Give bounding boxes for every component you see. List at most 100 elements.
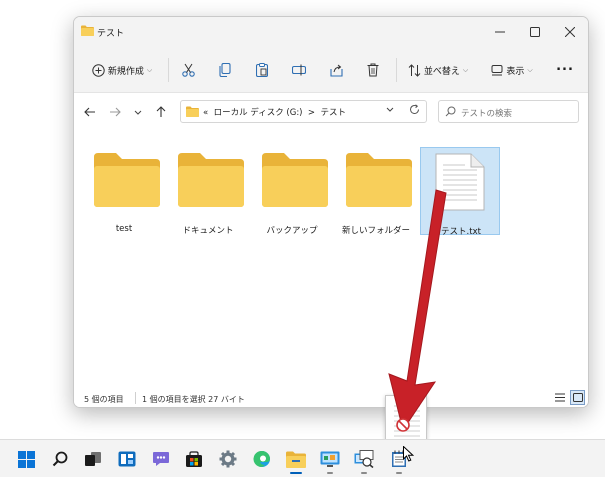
file-list[interactable]: test ドキュメント バックアップ 新しいフォルダー テスト.txt: [74, 131, 588, 387]
new-button[interactable]: 新規作成 ⌵: [82, 47, 162, 93]
folder-icon: [178, 153, 244, 210]
breadcrumb-separator[interactable]: >: [308, 108, 315, 118]
new-button-label: 新規作成: [107, 66, 144, 77]
mouse-pointer-icon: [403, 446, 414, 462]
running-indicator: [396, 472, 402, 474]
large-icons-view-button[interactable]: [570, 390, 585, 405]
breadcrumb-drive[interactable]: ローカル ディスク (G:): [214, 108, 303, 118]
active-indicator: [290, 472, 302, 474]
breadcrumb-current[interactable]: テスト: [320, 108, 346, 118]
address-field[interactable]: « ローカル ディスク (G:) > テスト: [180, 100, 427, 123]
control-panel-icon: [320, 451, 340, 467]
rename-icon: [292, 64, 306, 76]
title-bar[interactable]: テスト: [74, 17, 588, 47]
paste-icon: [256, 63, 268, 77]
forward-button[interactable]: [105, 93, 125, 131]
status-bar: 5 個の項目 1 個の項目を選択 27 バイト: [74, 387, 588, 407]
file-explorer-window: テスト 新規作成 ⌵ 並べ替え ⌵ 表示 ⌵ ... « ローカル ディスク (…: [73, 16, 589, 408]
details-view-icon: [554, 393, 565, 402]
folder-item-new-folder[interactable]: 新しいフォルダー: [336, 147, 416, 236]
cut-button[interactable]: [174, 47, 202, 93]
chevron-down-icon: ⌵: [527, 65, 533, 74]
windows-start-icon: [17, 450, 35, 468]
sort-button-label: 並べ替え: [423, 66, 460, 77]
store-button[interactable]: [179, 444, 209, 474]
item-label: 新しいフォルダー: [341, 226, 410, 236]
arrow-up-icon: [156, 106, 166, 117]
refresh-button[interactable]: [409, 104, 420, 118]
close-button[interactable]: [552, 17, 588, 47]
item-count: 5 個の項目: [84, 395, 124, 404]
view-icon: [491, 64, 503, 75]
trash-icon: [367, 63, 379, 77]
file-explorer-taskbar-button[interactable]: [281, 444, 311, 474]
view-button-label: 表示: [506, 66, 525, 77]
more-options-label: ...: [556, 58, 574, 74]
selection-info: 1 個の項目を選択 27 バイト: [142, 395, 245, 404]
teams-chat-icon: [153, 452, 169, 466]
delete-button[interactable]: [359, 47, 387, 93]
file-explorer-icon: [286, 451, 306, 468]
control-panel-button[interactable]: [315, 444, 345, 474]
folder-icon: [94, 153, 160, 210]
folder-icon: [346, 153, 412, 210]
folder-item-backup[interactable]: バックアップ: [252, 147, 332, 236]
address-bar-row: « ローカル ディスク (G:) > テスト テストの検索: [74, 93, 588, 131]
chevron-down-icon: ⌵: [462, 65, 469, 74]
large-icons-view-icon: [572, 393, 583, 402]
search-icon: [52, 451, 68, 467]
file-item-test-txt[interactable]: テスト.txt: [420, 147, 500, 237]
copy-button[interactable]: [211, 47, 239, 93]
text-file-icon: [435, 153, 485, 214]
search-placeholder: テストの検索: [461, 109, 513, 119]
folder-icon: [186, 106, 199, 120]
arrow-left-icon: [84, 107, 95, 117]
address-history-button[interactable]: [386, 105, 394, 115]
chat-button[interactable]: [146, 444, 176, 474]
running-indicator: [327, 472, 333, 474]
start-button[interactable]: [11, 444, 41, 474]
share-button[interactable]: [322, 47, 350, 93]
share-icon: [329, 64, 343, 77]
edge-button[interactable]: [247, 444, 277, 474]
maximize-button[interactable]: [517, 17, 553, 47]
window-title: テスト: [97, 29, 125, 39]
item-label: バックアップ: [266, 226, 318, 236]
recent-locations-button[interactable]: [128, 93, 148, 131]
task-view-button[interactable]: [78, 444, 108, 474]
item-label: テスト.txt: [441, 227, 481, 237]
widgets-button[interactable]: [112, 444, 142, 474]
minimize-icon: [495, 31, 505, 33]
copy-icon: [219, 63, 231, 77]
status-divider: [135, 392, 136, 404]
scissors-icon: [181, 63, 195, 77]
store-icon: [186, 450, 202, 467]
breadcrumb-overflow[interactable]: «: [203, 108, 208, 118]
settings-button[interactable]: [213, 444, 243, 474]
remote-desktop-button[interactable]: [349, 444, 379, 474]
rename-button[interactable]: [285, 47, 313, 93]
search-input[interactable]: テストの検索: [438, 100, 579, 123]
folder-item-test[interactable]: test: [84, 147, 164, 235]
taskbar: [0, 439, 605, 477]
refresh-icon: [410, 104, 419, 114]
item-label: test: [115, 224, 133, 234]
minimize-button[interactable]: [482, 17, 518, 47]
toolbar-divider: [168, 58, 169, 82]
back-button[interactable]: [80, 93, 100, 131]
sort-button[interactable]: 並べ替え ⌵: [402, 47, 474, 93]
widgets-icon: [118, 451, 136, 467]
view-button[interactable]: 表示 ⌵: [484, 47, 540, 93]
folder-item-documents[interactable]: ドキュメント: [168, 147, 248, 236]
paste-button[interactable]: [248, 47, 276, 93]
plus-circle-icon: [92, 63, 105, 77]
edge-icon: [253, 450, 270, 467]
more-options-button[interactable]: ...: [550, 47, 580, 93]
no-drop-icon: [396, 418, 410, 432]
taskbar-search-button[interactable]: [45, 444, 75, 474]
task-view-icon: [85, 452, 101, 466]
details-view-button[interactable]: [552, 390, 567, 405]
item-label: ドキュメント: [182, 226, 234, 236]
settings-icon: [219, 450, 237, 468]
up-button[interactable]: [151, 93, 171, 131]
